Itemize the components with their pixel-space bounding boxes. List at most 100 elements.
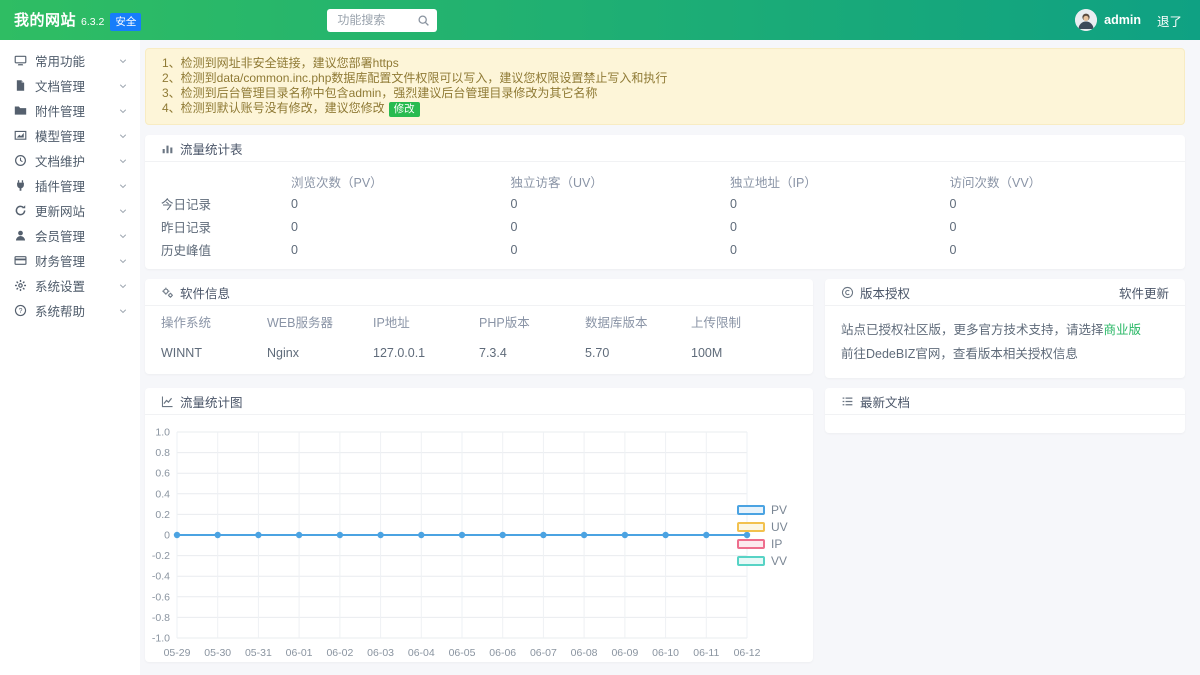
legend-label: PV xyxy=(771,503,787,517)
legend-item-IP[interactable]: IP xyxy=(737,535,788,552)
svg-text:05-29: 05-29 xyxy=(164,647,191,659)
svg-text:06-07: 06-07 xyxy=(530,647,557,659)
sidebar-item-finance-manage[interactable]: 财务管理 xyxy=(0,248,140,273)
chevron-down-icon xyxy=(118,306,128,316)
svg-text:0.2: 0.2 xyxy=(155,509,170,521)
username-label[interactable]: admin xyxy=(1104,13,1141,27)
sidebar-item-member-manage[interactable]: 会员管理 xyxy=(0,223,140,248)
sidebar-item-model-manage[interactable]: 模型管理 xyxy=(0,123,140,148)
cell-value: 0 xyxy=(950,197,1170,211)
traffic-chart-title: 流量统计图 xyxy=(180,392,243,411)
sidebar-item-document-manage[interactable]: 文档管理 xyxy=(0,73,140,98)
license-line1: 站点已授权社区版，更多官方技术支持，请选择商业版 xyxy=(841,318,1169,342)
sidebar-item-label: 财务管理 xyxy=(35,251,118,270)
sidebar-item-common-functions[interactable]: 常用功能 xyxy=(0,48,140,73)
software-update-link[interactable]: 软件更新 xyxy=(1119,283,1169,302)
software-info-title: 软件信息 xyxy=(180,283,230,302)
sidebar-item-label: 插件管理 xyxy=(35,176,118,195)
column-header: 访问次数（VV） xyxy=(950,172,1170,191)
avatar[interactable] xyxy=(1075,9,1097,31)
sidebar-item-label: 文档管理 xyxy=(35,76,118,95)
search-box xyxy=(327,9,437,32)
brand: 我的网站 6.3.2 安全 xyxy=(0,9,153,31)
chart-legend: PVUVIPVV xyxy=(737,501,788,569)
svg-text:-0.2: -0.2 xyxy=(152,550,170,562)
sidebar-item-update-site[interactable]: 更新网站 xyxy=(0,198,140,223)
cell-value: 0 xyxy=(950,243,1170,257)
software-info-panel: 软件信息 操作系统WEB服务器IP地址PHP版本数据库版本上传限制WINNTNg… xyxy=(145,279,813,374)
site-logo: 我的网站 xyxy=(14,9,76,30)
chart-icon xyxy=(14,129,27,142)
sidebar-item-label: 模型管理 xyxy=(35,126,118,145)
svg-text:06-11: 06-11 xyxy=(693,647,719,659)
table-row: 昨日记录0000 xyxy=(161,215,1169,238)
svg-text:06-12: 06-12 xyxy=(734,647,761,659)
chevron-down-icon xyxy=(118,231,128,241)
menu-icon[interactable] xyxy=(189,13,207,27)
top-header: 我的网站 6.3.2 安全 admin 退了 xyxy=(0,0,1200,40)
search-icon[interactable] xyxy=(417,14,430,27)
chevron-down-icon xyxy=(118,56,128,66)
sidebar-item-plugin-manage[interactable]: 插件管理 xyxy=(0,173,140,198)
field-label: PHP版本 xyxy=(479,314,585,332)
row-label: 昨日记录 xyxy=(161,217,291,236)
chart-canvas: 1.00.80.60.40.20-0.2-0.4-0.6-0.8-1.005-2… xyxy=(145,420,785,662)
bar-chart-icon[interactable] xyxy=(243,13,261,27)
legend-swatch xyxy=(737,522,765,532)
home-icon[interactable] xyxy=(297,13,315,27)
outdent-icon[interactable] xyxy=(171,13,189,27)
table-row: 今日记录0000 xyxy=(161,192,1169,215)
legend-item-PV[interactable]: PV xyxy=(737,501,788,518)
main-content: 1、检测到网址非安全链接，建议您部署https2、检测到data/common.… xyxy=(140,40,1200,675)
sidebar-item-system-help[interactable]: ?系统帮助 xyxy=(0,298,140,323)
cell-value: 0 xyxy=(730,220,950,234)
chevron-down-icon xyxy=(118,256,128,266)
traffic-table-title: 流量统计表 xyxy=(180,139,243,158)
field-value: 100M xyxy=(691,344,797,362)
fix-account-button[interactable]: 修改 xyxy=(389,102,420,117)
folder-icon xyxy=(14,104,27,117)
folder-icon[interactable] xyxy=(225,13,243,27)
logout-link[interactable]: 退了 xyxy=(1157,11,1182,30)
refresh-icon[interactable] xyxy=(261,13,279,27)
row-label: 今日记录 xyxy=(161,194,291,213)
help-icon: ? xyxy=(14,304,27,317)
warning-item: 3、检测到后台管理目录名称中包含admin，强烈建议后台管理目录修改为其它名称 xyxy=(162,86,1168,101)
security-badge[interactable]: 安全 xyxy=(110,13,141,31)
cell-value: 0 xyxy=(511,197,731,211)
license-title: 版本授权 xyxy=(860,283,910,302)
gear-icon[interactable] xyxy=(279,13,297,27)
sidebar: 常用功能文档管理附件管理模型管理文档维护插件管理更新网站会员管理财务管理系统设置… xyxy=(0,40,140,675)
chevron-down-icon xyxy=(118,281,128,291)
svg-text:0.4: 0.4 xyxy=(155,488,170,500)
svg-text:06-10: 06-10 xyxy=(652,647,679,659)
legend-item-UV[interactable]: UV xyxy=(737,518,788,535)
traffic-chart-panel: 流量统计图 1.00.80.60.40.20-0.2-0.4-0.6-0.8-1… xyxy=(145,388,813,662)
warning-item: 1、检测到网址非安全链接，建议您部署https xyxy=(162,56,1168,71)
user-icon xyxy=(14,229,27,242)
cell-value: 0 xyxy=(291,220,511,234)
chevron-down-icon xyxy=(118,156,128,166)
latest-docs-empty-body xyxy=(825,415,1185,433)
legend-item-VV[interactable]: VV xyxy=(737,552,788,569)
cell-value: 0 xyxy=(291,243,511,257)
commercial-edition-link[interactable]: 商业版 xyxy=(1104,323,1142,337)
cogs-icon xyxy=(161,286,174,299)
svg-text:06-08: 06-08 xyxy=(571,647,598,659)
sidebar-item-attachment-manage[interactable]: 附件管理 xyxy=(0,98,140,123)
svg-text:?: ? xyxy=(19,308,23,315)
svg-text:06-09: 06-09 xyxy=(611,647,638,659)
field-value: WINNT xyxy=(161,344,267,362)
warning-item: 2、检测到data/common.inc.php数据库配置文件权限可以写入，建议… xyxy=(162,71,1168,86)
sidebar-item-label: 系统设置 xyxy=(35,276,118,295)
license-panel: 版本授权 软件更新 站点已授权社区版，更多官方技术支持，请选择商业版 前往Ded… xyxy=(825,279,1185,378)
field-value: 127.0.0.1 xyxy=(373,344,479,362)
sidebar-item-system-settings[interactable]: 系统设置 xyxy=(0,273,140,298)
sidebar-item-document-maintain[interactable]: 文档维护 xyxy=(0,148,140,173)
field-value: 7.3.4 xyxy=(479,344,585,362)
bar-chart-icon xyxy=(161,142,174,155)
svg-text:0.6: 0.6 xyxy=(155,468,170,480)
svg-text:0: 0 xyxy=(164,530,170,542)
tag-icon[interactable] xyxy=(207,13,225,27)
list-icon xyxy=(841,395,854,408)
